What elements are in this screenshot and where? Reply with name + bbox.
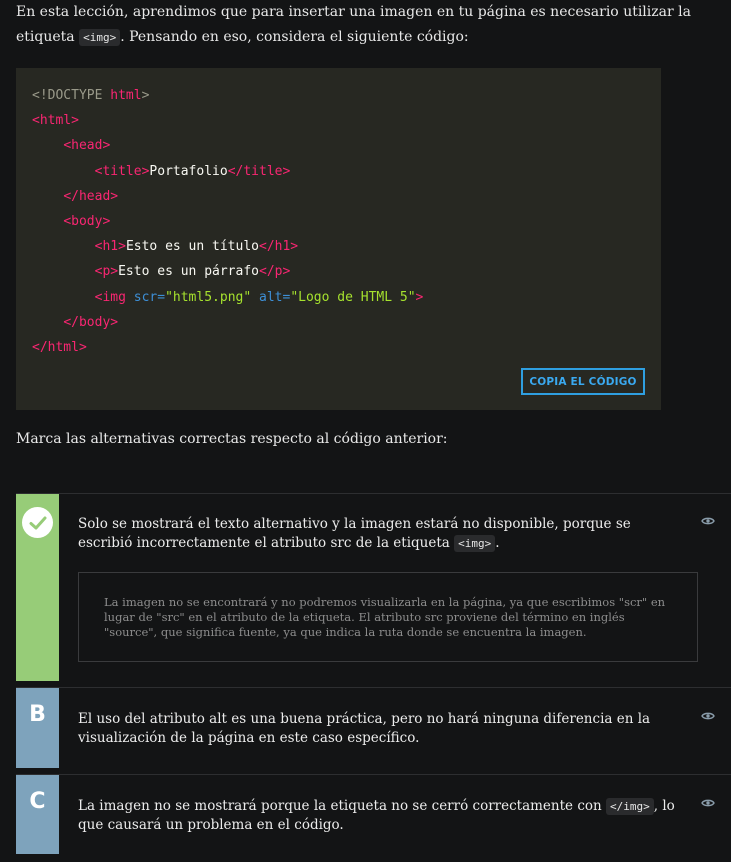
code-tag: > [415,289,424,305]
code-line: <p>Esto es un párrafo</p> [32,259,423,284]
option-c[interactable]: C La imagen no se mostrará porque la eti… [16,774,731,854]
code-line: </html> [32,335,423,360]
intro-text-after: . Pensando en eso, considera el siguient… [120,29,469,45]
code-tag: <img [94,289,134,305]
eye-icon[interactable] [701,798,715,808]
code-tag: </head> [63,188,119,204]
code-line: <img scr="html5.png" alt="Logo de HTML 5… [32,285,424,310]
option-a-text-before: Solo se mostrará el texto alternativo y … [78,516,631,551]
check-circle [22,507,53,538]
code-text: Esto es un título [125,239,259,255]
option-b-text: El uso del atributo alt es una buena prá… [78,711,651,746]
eye-icon[interactable] [701,516,715,526]
option-c-letter: C [29,789,46,814]
code-tag: <title> [94,163,150,179]
copy-code-button[interactable]: COPIA EL CÓDIGO [521,368,645,395]
code-tag: <h1> [94,239,126,255]
code-text: Esto es un párrafo [118,264,259,280]
code-tag: </html> [32,339,87,355]
code-line: <body> [32,209,423,234]
check-icon [29,516,46,529]
option-a-marker [16,494,59,681]
intro-paragraph: En esta lección, aprendimos que para ins… [16,0,696,50]
code-string: "html5.png" [165,289,252,305]
code-doctype: <!DOCTYPE [32,88,111,103]
code-doctype-html: html [110,88,142,103]
code-tag: </body> [63,314,119,330]
code-doctype-close: > [141,88,150,103]
code-tag: <html> [32,113,79,129]
option-a-text-after: . [495,535,500,551]
code-line: </head> [32,184,423,209]
option-c-text-before: La imagen no se mostrará porque la etiqu… [78,798,602,814]
code-attr: alt= [259,289,291,305]
code-line: </body> [32,310,423,335]
code-tag: </title> [227,163,291,179]
code-attr: scr= [133,289,166,305]
code-text: Portafolio [149,163,228,179]
code-string: "Logo de HTML 5" [290,289,416,305]
code-tag: <p> [94,264,119,280]
option-b-letter: B [29,702,46,727]
code-line: <html> [32,108,423,133]
option-a-explanation: La imagen no se encontrará y no podremos… [78,572,698,662]
code-tag: </p> [259,264,291,280]
option-c-inline-code: </img> [606,798,654,815]
option-a-text: Solo se mostrará el texto alternativo y … [78,515,678,553]
code-tag: <body> [63,213,111,229]
code-line: <title>Portafolio</title> [32,159,423,184]
code-line: <!DOCTYPE html> [32,83,423,108]
question-text: Marca las alternativas correctas respect… [16,431,448,447]
option-c-text: La imagen no se mostrará porque la etiqu… [78,797,678,835]
option-c-marker: C [16,775,59,854]
code-block: <!DOCTYPE html> <html> <head> <title>Por… [16,68,661,410]
option-a[interactable]: Solo se mostrará el texto alternativo y … [16,493,731,681]
code-content: <!DOCTYPE html> <html> <head> <title>Por… [32,83,423,360]
intro-inline-code: <img> [79,29,121,46]
code-line: <h1>Esto es un título</h1> [32,234,423,259]
code-tag: </h1> [259,239,299,255]
option-b[interactable]: B El uso del atributo alt es una buena p… [16,687,731,768]
option-a-inline-code: <img> [454,535,496,552]
eye-icon[interactable] [701,711,715,721]
code-line: <head> [32,133,423,158]
option-b-marker: B [16,688,59,768]
code-tag: <head> [63,138,111,154]
